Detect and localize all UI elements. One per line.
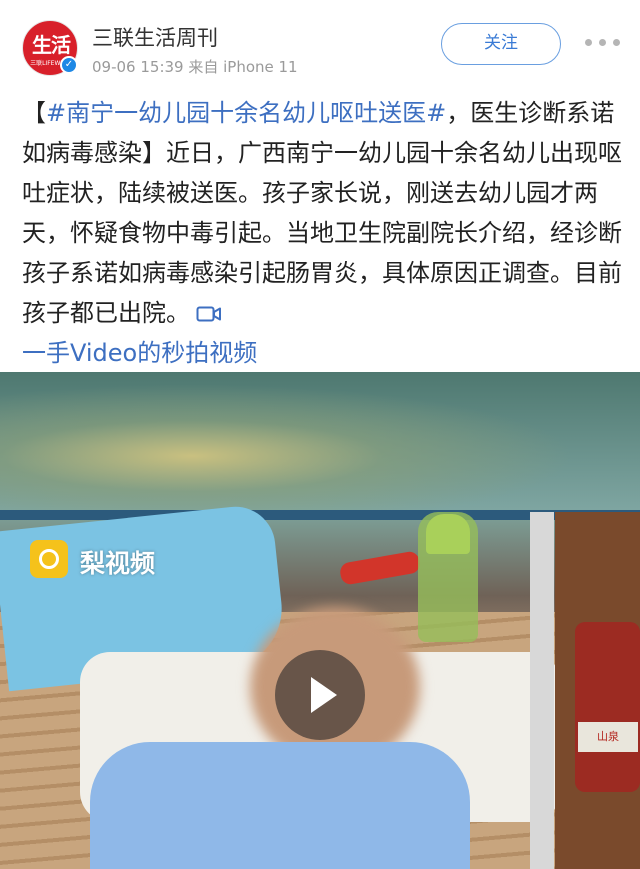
watermark-text: 梨视频 xyxy=(80,549,156,578)
play-icon xyxy=(311,677,337,713)
verified-badge-icon: ✓ xyxy=(60,56,78,74)
headline-bracket: 【 xyxy=(22,99,46,127)
username[interactable]: 三联生活周刊 xyxy=(92,22,218,52)
more-dots-icon[interactable] xyxy=(583,35,623,51)
video-source-link[interactable]: 一手Video的秒拍视频 xyxy=(22,339,257,367)
bottle-label: 山泉 xyxy=(578,722,638,752)
post-text: 【#南宁一幼儿园十余名幼儿呕吐送医#，医生诊断系诺如病毒感染】近日，广西南宁一幼… xyxy=(22,93,627,373)
post-header: 生活 三联LIFEWEEK ✓ 三联生活周刊 09-06 15:39 来自 iP… xyxy=(0,0,640,90)
child-body xyxy=(90,742,470,869)
follow-button[interactable]: 关注 xyxy=(441,23,561,65)
video-camera-icon xyxy=(196,295,222,322)
toy xyxy=(338,550,422,586)
play-button[interactable] xyxy=(275,650,365,740)
blurred-background xyxy=(0,372,640,512)
water-bottle xyxy=(575,622,640,792)
post-meta: 09-06 15:39 来自 iPhone 11 xyxy=(92,58,298,76)
pear-video-logo-icon xyxy=(30,540,68,578)
hashtag-link[interactable]: #南宁一幼儿园十余名幼儿呕吐送医# xyxy=(46,99,446,127)
post-body: 近日，广西南宁一幼儿园十余名幼儿出现呕吐症状，陆续被送医。孩子家长说，刚送去幼儿… xyxy=(22,139,622,327)
avatar-text: 生活 xyxy=(32,33,71,57)
bottle-cap xyxy=(426,514,470,554)
bed-rail xyxy=(530,512,554,869)
video-thumbnail[interactable]: 山泉 xyxy=(0,372,640,869)
